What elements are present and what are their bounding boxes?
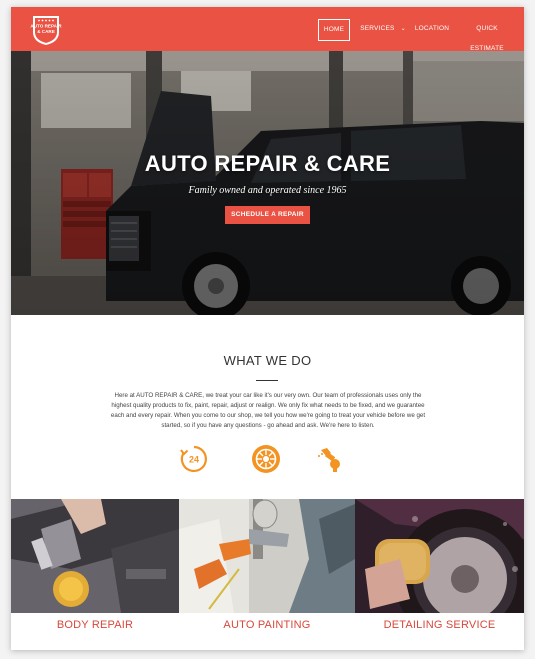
nav-services-label: SERVICES [360,25,395,32]
hero-banner: AUTO REPAIR & CARE Family owned and oper… [11,51,524,315]
service-detailing-link[interactable]: DETAILING SERVICE [355,619,524,631]
nav-quick-estimate-link[interactable]: QUICK ESTIMATE [460,19,514,52]
chevron-down-icon: ⌄ [400,26,406,32]
engine-repair-photo[interactable] [11,499,179,613]
service-auto-painting-link[interactable]: AUTO PAINTING [179,619,355,631]
logo-text-line1: AUTO REPAIR [30,24,62,29]
service-body-repair-link[interactable]: BODY REPAIR [11,619,179,631]
nav-home-link[interactable]: HOME [318,19,350,41]
brand-logo[interactable]: AUTO REPAIR & CARE [29,12,63,46]
tire-icon [252,445,280,473]
hero-title: AUTO REPAIR & CARE [144,151,391,176]
nav-services-dropdown[interactable]: SERVICES ⌄ [360,19,406,39]
schedule-repair-button[interactable]: SCHEDULE A REPAIR [225,206,310,224]
page-frame: AUTO REPAIR & CARE HOME SERVICES ⌄ LOCATI… [11,7,524,650]
section-divider [256,380,278,381]
nav-location-label: LOCATION [414,25,450,32]
24-hour-icon: 24 [180,445,207,473]
spray-painting-photo[interactable] [179,499,355,613]
nav-home-label: HOME [323,26,345,33]
spray-gun-icon [318,448,340,472]
nav-location-link[interactable]: LOCATION [414,19,450,39]
top-navbar: AUTO REPAIR & CARE HOME SERVICES ⌄ LOCATI… [11,7,524,52]
hero-subtitle: Family owned and operated since 1965 [188,185,347,196]
what-we-do-text: Here at AUTO REPAIR & CARE, we treat you… [110,392,426,429]
garage-truck-photo [11,51,524,315]
what-we-do-title: WHAT WE DO [223,353,312,368]
svg-text:24: 24 [189,455,199,465]
logo-text-line2: & CARE [37,29,55,34]
tire-washing-photo[interactable] [355,499,524,613]
nav-quick-estimate-label: QUICK ESTIMATE [470,25,504,52]
